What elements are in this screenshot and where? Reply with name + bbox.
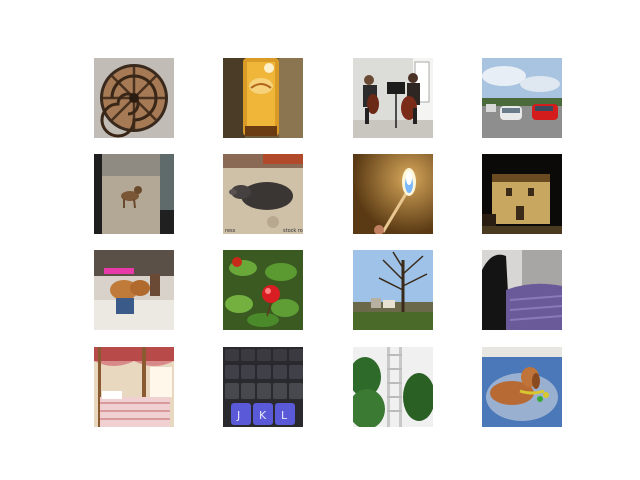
tile-lit-match: [353, 154, 433, 234]
nautilus-shell-image: [94, 58, 174, 138]
four-poster-bed-image: [94, 347, 174, 427]
tile-ladder-tower: [353, 347, 433, 427]
tile-four-poster-bed: [94, 347, 174, 427]
dog-on-blanket-image: [482, 347, 562, 427]
keyboard-image: J K L: [223, 347, 303, 427]
tile-pig-lying: ress stock ro: [223, 154, 303, 234]
sunscreen-tube-image: [223, 58, 303, 138]
keyboard-key-k: K: [259, 409, 267, 422]
tile-dog-on-blanket: [482, 347, 562, 427]
tile-dog-on-beach: [94, 154, 174, 234]
tile-small-dog: [94, 250, 174, 330]
dog-on-beach-image: [94, 154, 174, 234]
tile-parking-lot: [482, 58, 562, 138]
pig-caption-left: ress: [225, 228, 236, 234]
shoe-sock-image: [482, 250, 562, 330]
bare-tree-park-image: [353, 250, 433, 330]
tile-cello-players: [353, 58, 433, 138]
small-dog-image: [94, 250, 174, 330]
keyboard-key-l: L: [281, 409, 288, 422]
cello-players-image: [353, 58, 433, 138]
lit-match-image: [353, 154, 433, 234]
tile-keyboard: J K L: [223, 347, 303, 427]
pig-caption-right: stock ro: [283, 228, 303, 234]
stone-building-image: [482, 154, 562, 234]
tile-bare-tree-park: [353, 250, 433, 330]
ladder-tower-image: [353, 347, 433, 427]
pig-lying-image: ress stock ro: [223, 154, 303, 234]
keyboard-key-j: J: [236, 409, 240, 422]
tile-shoe-sock: [482, 250, 562, 330]
parking-lot-image: [482, 58, 562, 138]
tile-sunscreen-tube: [223, 58, 303, 138]
tile-nautilus-shell: [94, 58, 174, 138]
tile-rose-hip: [223, 250, 303, 330]
tile-stone-building: [482, 154, 562, 234]
rose-hip-image: [223, 250, 303, 330]
